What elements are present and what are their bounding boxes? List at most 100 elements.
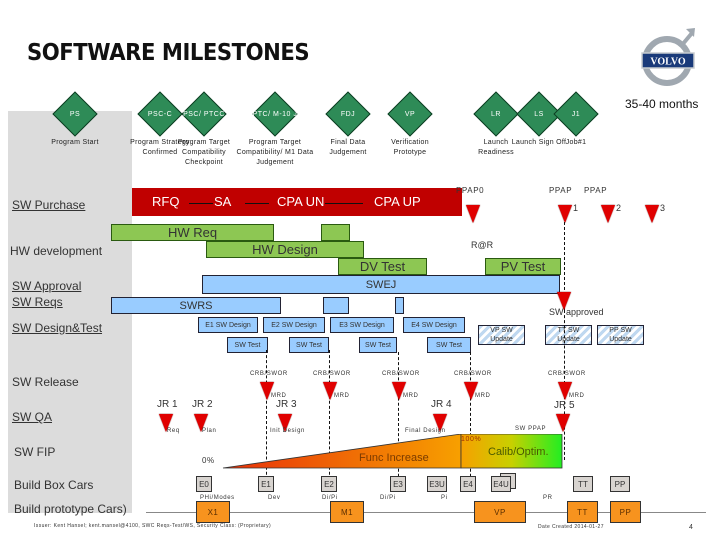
hw-req-bar: HW Req	[111, 224, 274, 241]
tt-sw-update-label: TT SW Update	[557, 327, 580, 343]
milestone-lr: LR	[473, 91, 519, 137]
row-sw-design-test[interactable]: SW Design&Test	[12, 321, 102, 335]
hw-design-bar: HW Design	[206, 241, 364, 258]
box-car-e1: E1	[258, 476, 274, 492]
footer-date: Date Created 2014-01-27	[538, 524, 604, 530]
page-title: SOFTWARE MILESTONES	[27, 40, 310, 66]
milestone-fdj: FDJ	[325, 91, 371, 137]
milestone-description: Job#1	[565, 139, 587, 146]
pv-test-bar: PV Test	[485, 258, 561, 275]
box-car-label: E3U	[429, 479, 445, 489]
func-increase-label: Func Increase	[359, 452, 429, 464]
arrow-icon	[189, 203, 213, 204]
vp-sw-update-bar: VP SW Update	[478, 325, 525, 345]
milestone-code: PSC/ PTCC	[183, 110, 225, 118]
milestone-code: FDJ	[340, 110, 356, 118]
vp-sw-update-label: VP SW Update	[490, 327, 513, 343]
sw-purchase-bar: RFQ SA CPA UN CPA UP	[132, 188, 462, 216]
proto-pp-label: PP	[619, 507, 632, 517]
sw-test-label: SW Test	[296, 341, 322, 349]
proto-m1-label: M1	[340, 507, 354, 517]
proto-x1: X1	[196, 501, 230, 523]
box-car-label: TT	[578, 479, 588, 489]
pv-test-label: PV Test	[500, 259, 546, 274]
cpa-un-label: CPA UN	[277, 194, 325, 209]
e2-sw-design-label: E2 SW Design	[271, 321, 317, 329]
row-build-prototype-cars: Build prototype Cars)	[14, 502, 127, 516]
ppap0-marker-icon	[466, 205, 480, 223]
mrd-label: MRD	[334, 393, 350, 399]
proto-tt: TT	[567, 501, 598, 523]
hw-req-label: HW Req	[167, 225, 218, 240]
sw-test-label: SW Test	[365, 341, 391, 349]
swrs-bar-3	[395, 297, 404, 314]
swej-bar: SWEJ	[202, 275, 560, 294]
milestone-psc-ptcc: PSC/ PTCC	[181, 91, 227, 137]
box-car-e3u: E3U	[427, 476, 447, 492]
volvo-logo: VOLVO	[641, 28, 695, 86]
milestone-code: VP	[404, 110, 416, 118]
box-car-label: E1	[261, 479, 271, 489]
row-build-box-cars: Build Box Cars	[14, 478, 94, 492]
sw-test-bar-4: SW Test	[427, 337, 471, 353]
sw-approved-label: SW approved	[549, 307, 604, 317]
proto-tt-label: TT	[577, 507, 588, 517]
row-sw-reqs[interactable]: SW Reqs	[12, 295, 63, 309]
row-sw-purchase[interactable]: SW Purchase	[12, 198, 85, 212]
e2-sw-design-bar: E2 SW Design	[263, 317, 325, 333]
row-hw-development: HW development	[10, 244, 103, 258]
row-sw-release: SW Release	[12, 375, 79, 389]
box-car-label: E0	[199, 479, 209, 489]
crb-swor-label: CRB/SWOR	[548, 371, 586, 377]
milestone-code: LS	[534, 110, 544, 118]
box-car-description: Pi	[441, 495, 448, 501]
crb-swor-label: CRB/SWOR	[382, 371, 420, 377]
box-car-description: Di/Pi	[380, 495, 396, 501]
sw-test-bar-1: SW Test	[227, 337, 268, 353]
box-car-label: E4	[463, 479, 473, 489]
pp-sw-update-label: PP SW Update	[609, 327, 632, 343]
hw-req-bar-2	[321, 224, 350, 241]
ppap1-label: PPAP	[549, 186, 573, 195]
sw-test-bar-2: SW Test	[289, 337, 329, 353]
box-car-label: E3	[393, 479, 403, 489]
mrd-label: MRD	[475, 393, 491, 399]
e3-sw-design-bar: E3 SW Design	[330, 317, 394, 333]
dv-test-bar: DV Test	[338, 258, 427, 275]
dv-test-label: DV Test	[359, 259, 406, 274]
milestone-code: LR	[491, 110, 501, 118]
box-car-label: E2	[324, 479, 334, 489]
ppap3-marker-icon	[645, 205, 659, 223]
ppap1-marker-icon	[558, 205, 572, 223]
jr-label: JR 1	[157, 399, 178, 410]
ppap1-number: 1	[573, 203, 579, 213]
jr-description: Plan	[202, 428, 217, 434]
swej-label: SWEJ	[365, 278, 397, 291]
milestone-ptc-m-10-j: PTC/ M-10 J	[252, 91, 298, 137]
crb-swor-label: CRB/SWOR	[454, 371, 492, 377]
hw-design-label: HW Design	[252, 242, 318, 257]
box-car-e0: E0	[196, 476, 212, 492]
row-sw-approval[interactable]: SW Approval	[12, 279, 81, 293]
proto-vp-label: VP	[494, 507, 506, 517]
jr-marker-icon	[556, 414, 570, 432]
row-sw-qa[interactable]: SW QA	[12, 410, 52, 424]
fip-end-label: 100%	[461, 436, 482, 443]
sw-test-bar-3: SW Test	[359, 337, 397, 353]
footer-issuer: Issuer: Kent Hansel; kent.mansel@4100, S…	[34, 523, 272, 529]
milestone-description: Final Data Judgement	[329, 139, 367, 156]
e1-sw-design-label: E1 SW Design	[205, 321, 251, 329]
milestone-description: Program Target Compatibility/ M1 Data Ju…	[236, 139, 314, 166]
milestone-j1: J1	[553, 91, 599, 137]
proto-vp: VP	[474, 501, 526, 523]
crb-swor-label: CRB/SWOR	[313, 371, 351, 377]
milestone-code: J1	[571, 110, 581, 118]
duration-label: 35-40 months	[625, 97, 699, 111]
milestone-vp: VP	[387, 91, 433, 137]
box-car-label: E4U	[493, 479, 509, 489]
milestone-psc-c: PSC-C	[137, 91, 183, 137]
tt-sw-update-bar: TT SW Update	[545, 325, 592, 345]
box-car-e4: E4	[460, 476, 476, 492]
logo-text: VOLVO	[650, 57, 686, 68]
box-car-e3: E3	[390, 476, 406, 492]
